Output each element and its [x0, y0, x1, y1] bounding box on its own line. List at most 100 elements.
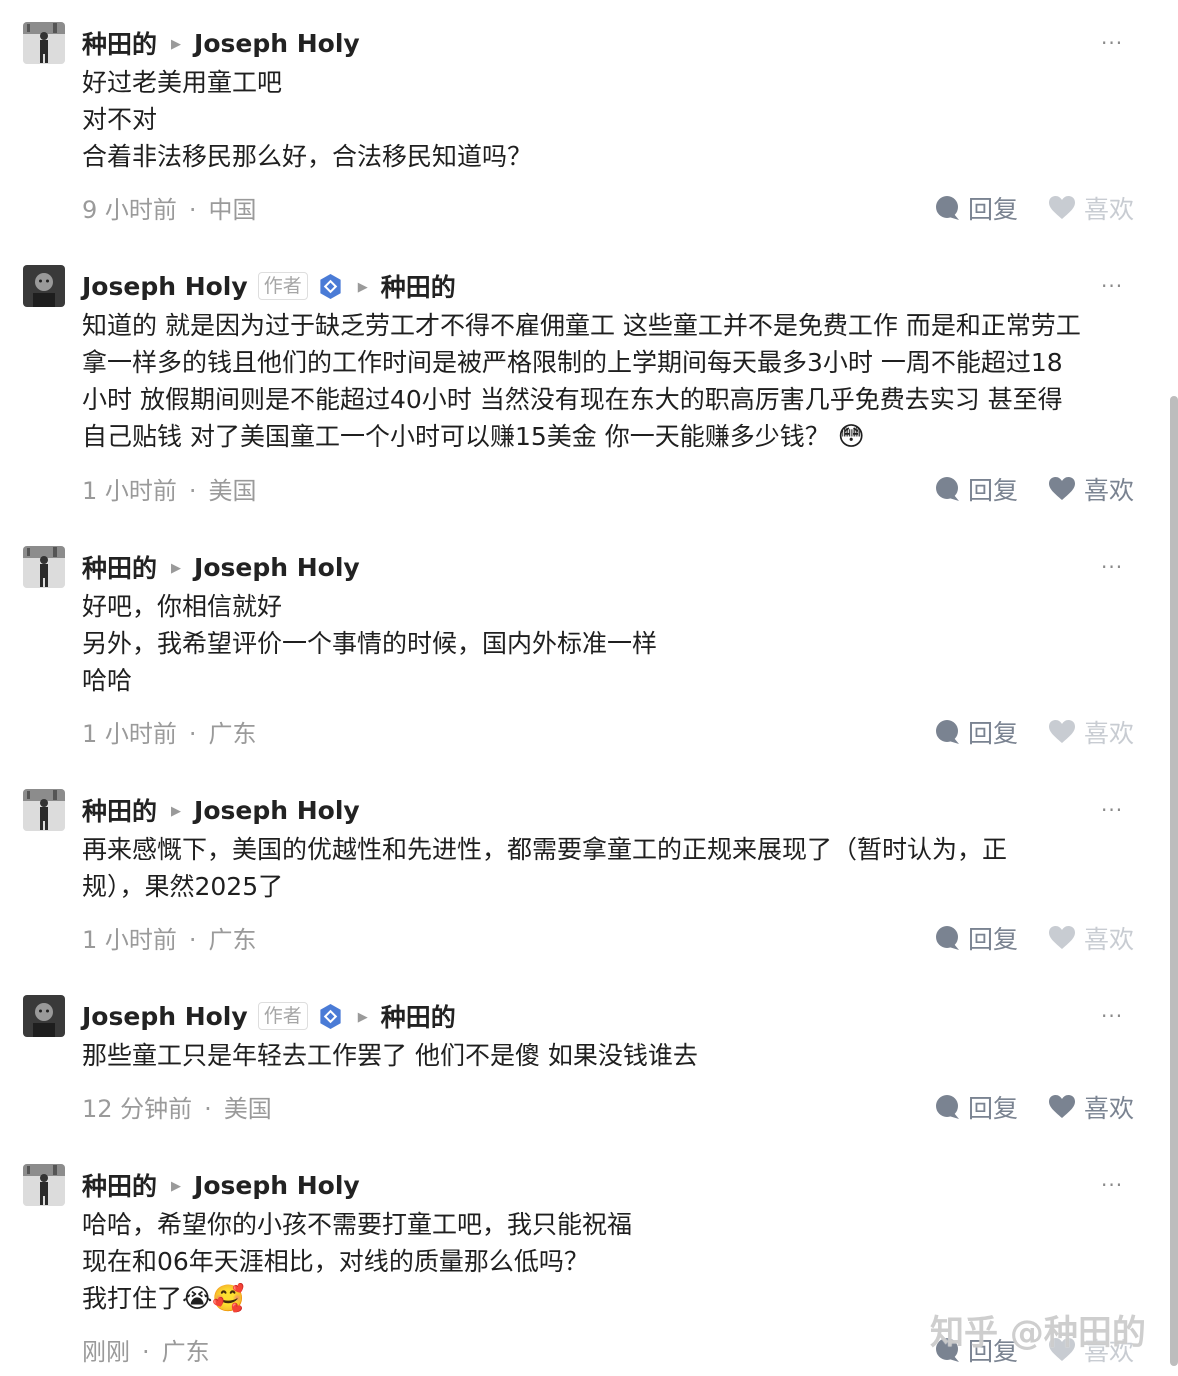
author-name[interactable]: Joseph Holy	[82, 272, 248, 301]
comment-line: 对不对	[82, 105, 158, 134]
avatar[interactable]	[23, 995, 65, 1037]
reply-arrow-icon: ▶	[171, 1178, 182, 1194]
more-options-icon[interactable]: ···	[1101, 276, 1123, 296]
comment-actions: 回复 喜欢	[934, 714, 1134, 750]
comment-meta: 12 分钟前 · 美国	[82, 1095, 272, 1123]
comment-header: 种田的 ▶ Joseph Holy	[82, 1164, 360, 1206]
reply-to-name[interactable]: 种田的	[381, 998, 456, 1034]
heart-icon	[1049, 720, 1076, 743]
location: 中国	[208, 196, 257, 224]
author-badge: 作者	[257, 1002, 308, 1030]
like-button[interactable]: 喜欢	[1048, 1089, 1134, 1125]
reply-arrow-icon: ▶	[357, 1009, 368, 1025]
comment-text: 知道的 就是因为过于缺乏劳工才不得不雇佣童工 这些童工并不是免费工作 而是和正常…	[82, 307, 1142, 456]
verified-icon	[320, 1003, 341, 1029]
comment-line: 合着非法移民那么好，合法移民知道吗？	[82, 142, 533, 171]
comment-header: 种田的 ▶ Joseph Holy	[82, 546, 360, 588]
comment-line: 哈哈，希望你的小孩不需要打童工吧，我只能祝福	[82, 1210, 633, 1239]
comment-line: 好过老美用童工吧	[82, 68, 283, 97]
comment-actions: 回复 喜欢	[934, 471, 1134, 507]
reply-button[interactable]: 回复	[934, 190, 1018, 226]
reply-button[interactable]: 回复	[934, 920, 1018, 956]
timestamp: 刚刚	[82, 1338, 130, 1366]
reply-button[interactable]: 回复	[934, 471, 1018, 507]
more-options-icon[interactable]: ···	[1101, 33, 1123, 53]
author-name[interactable]: 种田的	[82, 1167, 157, 1203]
like-button[interactable]: 喜欢	[1048, 471, 1134, 507]
comment-line: 现在和06年天涯相比，对线的质量那么低吗？	[82, 1247, 589, 1276]
heart-icon	[1049, 1095, 1076, 1118]
reply-button[interactable]: 回复	[934, 714, 1018, 750]
comment-line: 好吧，你相信就好	[82, 592, 283, 621]
comment-line: 另外，我希望评价一个事情的时候，国内外标准一样	[82, 629, 658, 658]
more-options-icon[interactable]: ···	[1101, 1006, 1123, 1026]
timestamp: 1 小时前	[82, 720, 177, 748]
like-button[interactable]: 喜欢	[1048, 190, 1134, 226]
reply-to-name[interactable]: Joseph Holy	[194, 796, 360, 825]
comment-actions: 回复 喜欢	[934, 920, 1134, 956]
comment-text: 那些童工只是年轻去工作罢了 他们不是傻 如果没钱谁去	[82, 1037, 1142, 1074]
reply-label: 回复	[968, 1094, 1019, 1123]
comment-bubble-icon	[936, 926, 959, 950]
heart-icon	[1049, 196, 1076, 219]
heart-icon	[1049, 477, 1076, 500]
more-options-icon[interactable]: ···	[1101, 1175, 1123, 1195]
reply-label: 回复	[968, 719, 1019, 748]
reply-to-name[interactable]: Joseph Holy	[194, 553, 360, 582]
comment-meta: 1 小时前 · 广东	[82, 926, 257, 954]
comment-line: 规），果然2025了	[82, 872, 284, 901]
avatar[interactable]	[23, 22, 65, 64]
location: 广东	[208, 720, 257, 748]
more-options-icon[interactable]: ···	[1101, 800, 1123, 820]
comment-text: 好过老美用童工吧 对不对 合着非法移民那么好，合法移民知道吗？	[82, 64, 1142, 175]
avatar[interactable]	[23, 546, 65, 588]
author-name[interactable]: 种田的	[82, 25, 157, 61]
comment-line: 知道的 就是因为过于缺乏劳工才不得不雇佣童工 这些童工并不是免费工作 而是和正常…	[82, 311, 1081, 340]
timestamp: 12 分钟前	[82, 1095, 193, 1123]
like-button[interactable]: 喜欢	[1048, 714, 1134, 750]
like-label: 喜欢	[1084, 1094, 1135, 1123]
location: 美国	[208, 477, 257, 505]
location: 广东	[161, 1338, 210, 1366]
comment-meta: 9 小时前 · 中国	[82, 196, 257, 224]
like-label: 喜欢	[1084, 925, 1135, 954]
author-name[interactable]: Joseph Holy	[82, 1002, 248, 1031]
reply-to-name[interactable]: Joseph Holy	[194, 1171, 360, 1200]
comment-line: 那些童工只是年轻去工作罢了 他们不是傻 如果没钱谁去	[82, 1041, 698, 1070]
avatar[interactable]	[23, 1164, 65, 1206]
comment-line: 自己贴钱 对了美国童工一个小时可以赚15美金 你一天能赚多少钱？ 😳	[82, 422, 865, 452]
reply-button[interactable]: 回复	[934, 1089, 1018, 1125]
location: 广东	[208, 926, 257, 954]
heart-icon	[1049, 926, 1076, 949]
comment-bubble-icon	[936, 1095, 959, 1119]
comment-line: 小时 放假期间则是不能超过40小时 当然没有现在东大的职高厉害几乎免费去实习 甚…	[82, 385, 1063, 414]
timestamp: 1 小时前	[82, 477, 177, 505]
comment-line: 再来感慨下，美国的优越性和先进性，都需要拿童工的正规来展现了（暂时认为，正	[82, 835, 1008, 864]
scrollbar[interactable]	[1170, 396, 1178, 1366]
reply-label: 回复	[968, 195, 1019, 224]
timestamp: 1 小时前	[82, 926, 177, 954]
comment-text: 哈哈，希望你的小孩不需要打童工吧，我只能祝福 现在和06年天涯相比，对线的质量那…	[82, 1206, 1142, 1318]
author-name[interactable]: 种田的	[82, 792, 157, 828]
reply-label: 回复	[968, 476, 1019, 505]
more-options-icon[interactable]: ···	[1101, 557, 1123, 577]
verified-icon	[320, 273, 341, 299]
reply-arrow-icon: ▶	[171, 803, 182, 819]
reply-to-name[interactable]: Joseph Holy	[194, 29, 360, 58]
comment-line: 哈哈	[82, 666, 133, 695]
comment-meta: 1 小时前 · 广东	[82, 720, 257, 748]
avatar[interactable]	[23, 789, 65, 831]
comment-text: 再来感慨下，美国的优越性和先进性，都需要拿童工的正规来展现了（暂时认为，正 规）…	[82, 831, 1142, 905]
reply-label: 回复	[968, 925, 1019, 954]
comment-header: Joseph Holy 作者 ▶ 种田的	[82, 995, 456, 1037]
comment-bubble-icon	[936, 477, 959, 501]
reply-to-name[interactable]: 种田的	[381, 268, 456, 304]
reply-arrow-icon: ▶	[171, 36, 182, 52]
avatar[interactable]	[23, 265, 65, 307]
like-button[interactable]: 喜欢	[1048, 920, 1134, 956]
comment-actions: 回复 喜欢	[934, 190, 1134, 226]
timestamp: 9 小时前	[82, 196, 177, 224]
author-name[interactable]: 种田的	[82, 549, 157, 585]
like-label: 喜欢	[1084, 719, 1135, 748]
watermark: 知乎 @种田的	[930, 1313, 1146, 1353]
